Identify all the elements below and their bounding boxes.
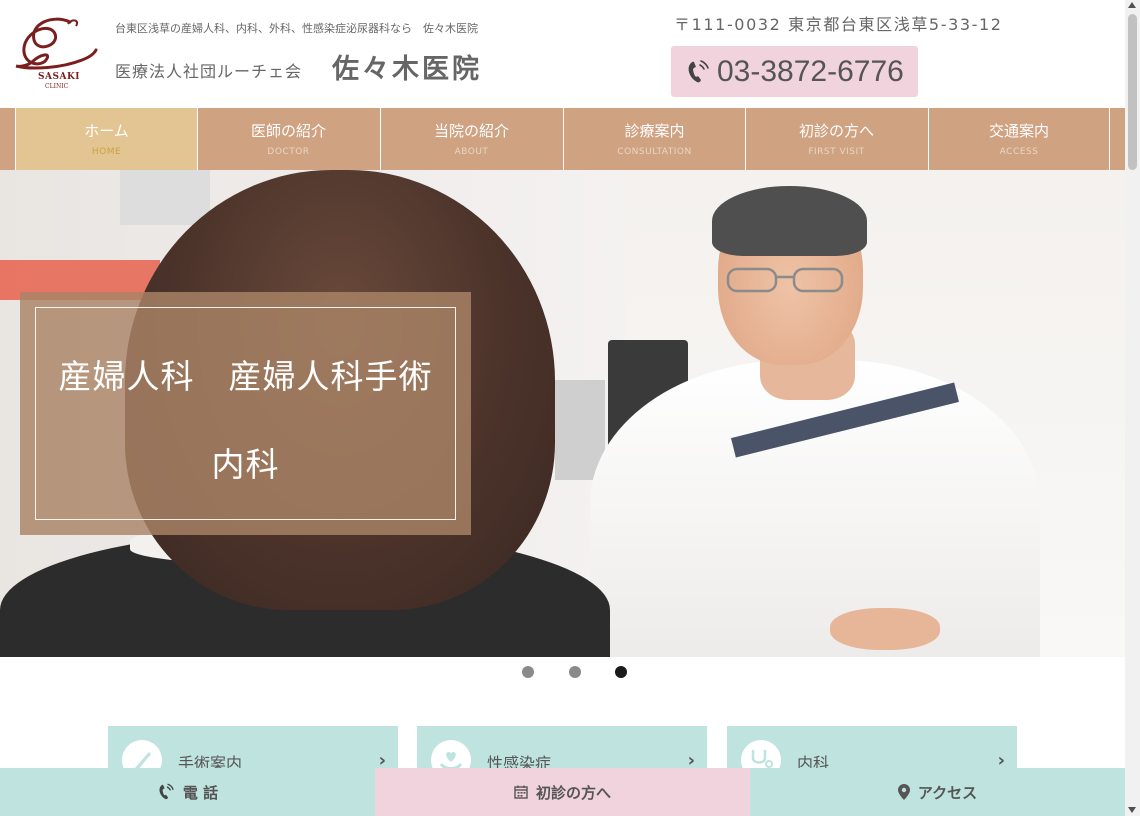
- scrollbar-thumb[interactable]: [1128, 14, 1137, 170]
- logo-subtext: CLINIC: [45, 83, 69, 90]
- slider-dot-2[interactable]: [569, 666, 581, 678]
- phone-icon: [688, 59, 709, 82]
- nav-item-home[interactable]: ホーム HOME: [15, 108, 197, 170]
- nav-sublabel: ABOUT: [454, 147, 489, 157]
- bottom-phone-label: 電 話: [182, 783, 219, 802]
- clinic-name: 佐々木医院: [332, 54, 482, 85]
- bottom-access-button[interactable]: アクセス: [750, 768, 1125, 816]
- nav-sublabel: ACCESS: [999, 147, 1039, 157]
- nav-sublabel: DOCTOR: [267, 147, 310, 157]
- bottom-phone-button[interactable]: 電 話: [0, 768, 375, 816]
- nav-label: 当院の紹介: [433, 122, 509, 140]
- address: 〒111-0032 東京都台東区浅草5-33-12: [674, 15, 1003, 34]
- hero-photo-shelf-box: [120, 170, 210, 225]
- nav-label: 初診の方へ: [798, 122, 874, 140]
- corporation-name: 医療法人社団ルーチェ会: [115, 62, 303, 81]
- nav-item-access[interactable]: 交通案内 ACCESS: [928, 108, 1110, 170]
- clinic-logo[interactable]: SASAKI CLINIC: [12, 14, 102, 94]
- nav-item-doctor[interactable]: 医師の紹介 DOCTOR: [197, 108, 379, 170]
- scroll-down-arrow-icon[interactable]: [1128, 807, 1136, 813]
- bottom-fixed-bar: 電 話 初診の方へ アクセス: [0, 768, 1125, 816]
- nav-item-about[interactable]: 当院の紹介 ABOUT: [380, 108, 562, 170]
- slider-dot-1[interactable]: [522, 666, 534, 678]
- phone-button[interactable]: 03-3872-6776: [671, 46, 918, 97]
- hero-photo-glasses: [726, 267, 844, 293]
- scroll-up-arrow-icon[interactable]: [1128, 2, 1136, 8]
- nav-sublabel: FIRST VISIT: [808, 147, 865, 157]
- hero-caption-line1: 産婦人科 産婦人科手術: [58, 357, 433, 396]
- calendar-icon: [514, 785, 528, 799]
- nav-label: 診療案内: [624, 122, 685, 140]
- map-pin-icon: [897, 784, 910, 800]
- site-header: SASAKI CLINIC 台東区浅草の産婦人科、内科、外科、性感染症泌尿器科な…: [0, 0, 1125, 108]
- bottom-first-visit-label: 初診の方へ: [535, 783, 611, 802]
- phone-icon: [159, 783, 174, 800]
- hero-photo-doctor-hair: [712, 186, 867, 256]
- hero-photo-doctor-hand: [830, 608, 940, 650]
- nav-item-first-visit[interactable]: 初診の方へ FIRST VISIT: [745, 108, 927, 170]
- nav-label: ホーム: [84, 122, 129, 140]
- tagline: 台東区浅草の産婦人科、内科、外科、性感染症泌尿器科なら 佐々木医院: [115, 22, 478, 35]
- slider-dots: [0, 664, 1125, 680]
- bottom-access-label: アクセス: [917, 783, 978, 802]
- logo-text: SASAKI: [38, 72, 80, 82]
- nav-sublabel: HOME: [91, 147, 122, 157]
- nav-item-consultation[interactable]: 診療案内 CONSULTATION: [563, 108, 745, 170]
- bottom-first-visit-button[interactable]: 初診の方へ: [375, 768, 750, 816]
- slider-dot-3[interactable]: [615, 666, 627, 678]
- hero-caption: 産婦人科 産婦人科手術 内科: [20, 292, 471, 535]
- nav-label: 交通案内: [988, 122, 1049, 140]
- main-nav: ホーム HOME 医師の紹介 DOCTOR 当院の紹介 ABOUT 診療案内 C…: [0, 108, 1125, 170]
- phone-number: 03-3872-6776: [717, 54, 904, 88]
- hero-slider[interactable]: 産婦人科 産婦人科手術 内科: [0, 170, 1125, 657]
- logo-mark: [15, 17, 98, 70]
- hero-photo-doctor-coat: [590, 360, 1040, 657]
- hero-caption-frame: 産婦人科 産婦人科手術 内科: [35, 307, 456, 520]
- hero-caption-line2: 内科: [211, 445, 280, 484]
- nav-sublabel: CONSULTATION: [617, 147, 692, 157]
- page-scrollbar[interactable]: [1125, 0, 1140, 816]
- nav-label: 医師の紹介: [250, 122, 326, 140]
